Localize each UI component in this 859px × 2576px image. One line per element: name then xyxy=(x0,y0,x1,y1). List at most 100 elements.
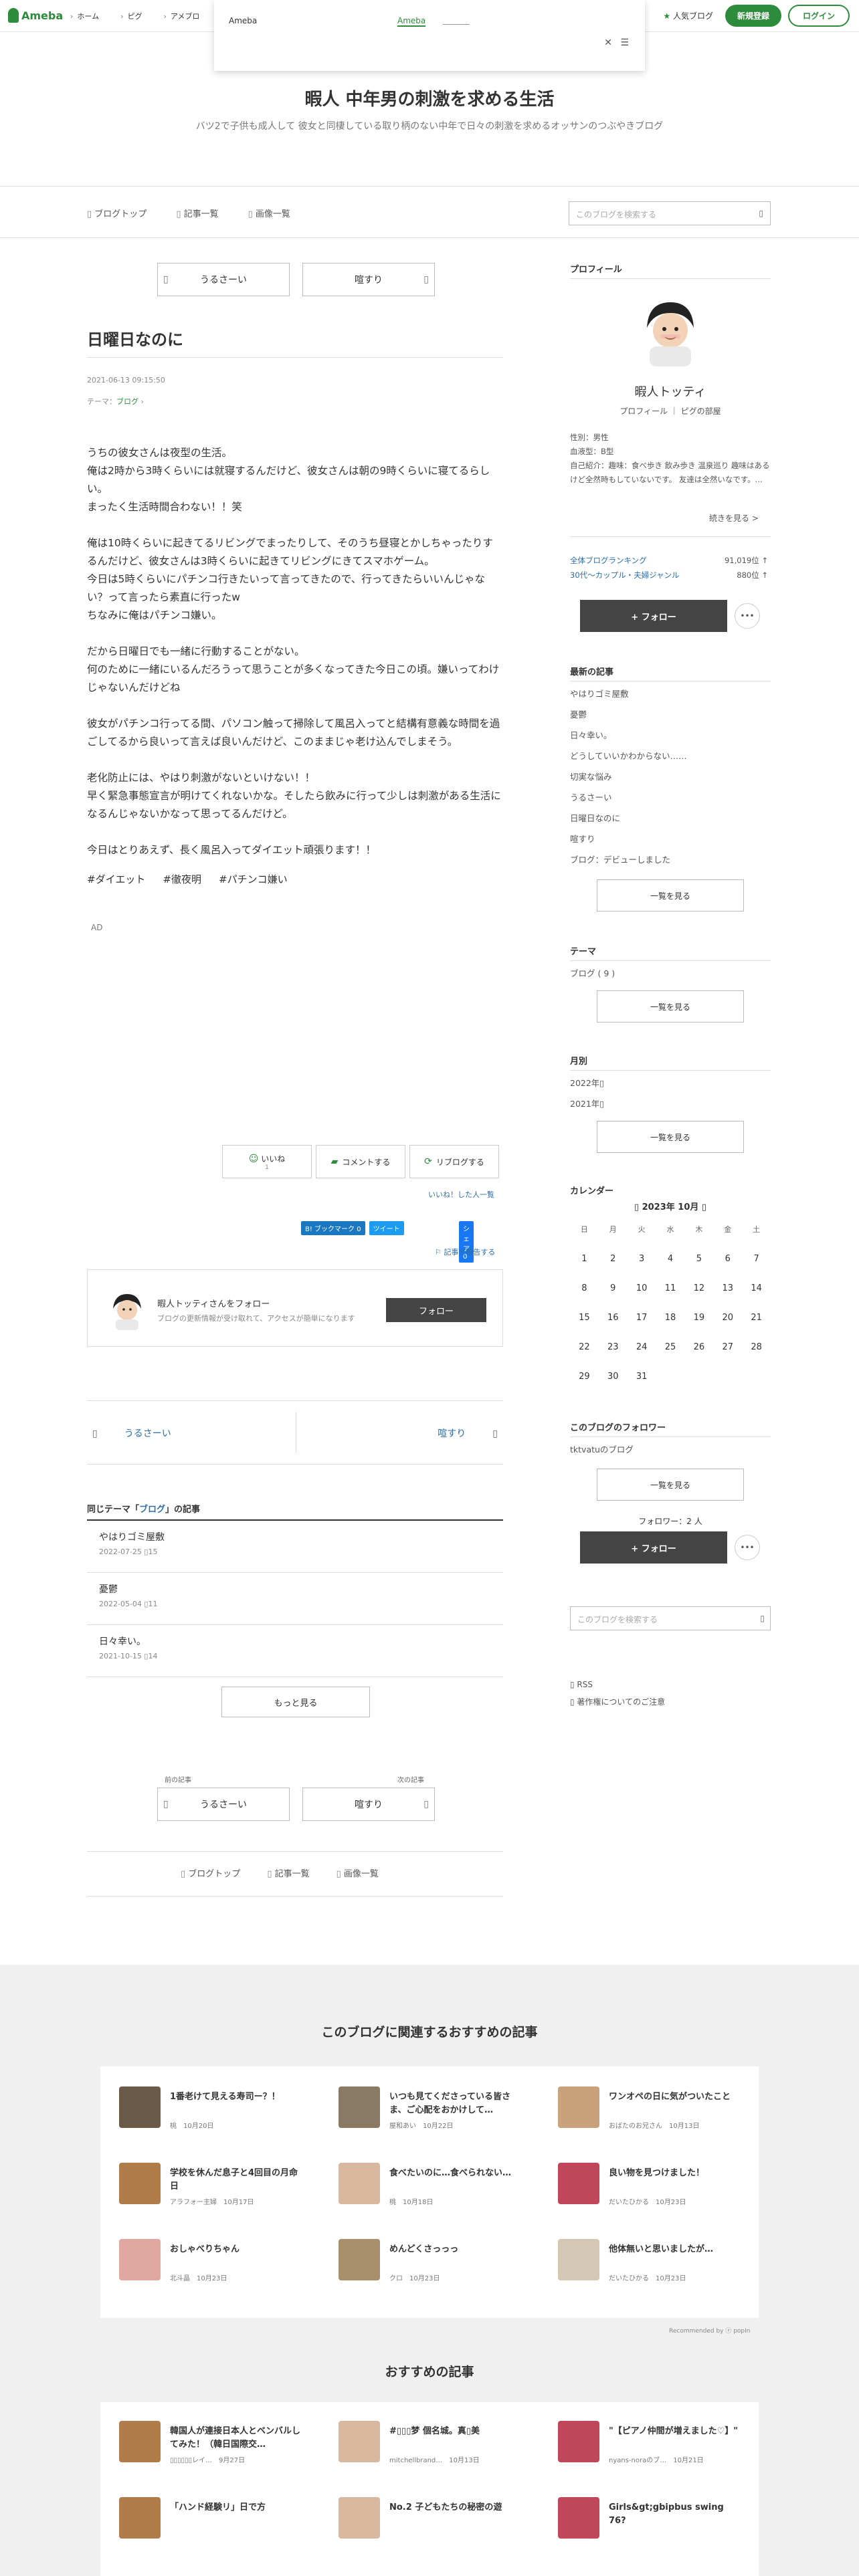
reco-item[interactable]: 他体無いと思いましたが… だいたひかる 10月23日 xyxy=(545,2230,745,2290)
search-icon[interactable]: ▯ xyxy=(760,1614,765,1623)
sidebar-item-recent[interactable]: やはりゴミ屋敷 xyxy=(570,683,771,704)
hashtag[interactable]: #徹夜明 xyxy=(163,872,201,886)
calendar-day[interactable]: 22 xyxy=(570,1342,599,1352)
calendar-day[interactable]: 30 xyxy=(599,1372,628,1382)
follow-author-button[interactable]: フォロー xyxy=(386,1298,486,1322)
sidebar-item-recent[interactable]: 切実な悩み xyxy=(570,766,771,787)
calendar-day[interactable]: 27 xyxy=(713,1342,742,1352)
search-icon[interactable]: ▯ xyxy=(759,209,763,218)
calendar-day[interactable]: 20 xyxy=(713,1313,742,1323)
reco-item[interactable]: #▯▯▯梦 個名城。真▯美 mitchellbrand… 10月13日 xyxy=(325,2411,526,2472)
reco-item[interactable]: 食べたいのに…食べられない… 桃 10月18日 xyxy=(325,2153,526,2214)
sidebar-follow-button[interactable]: + フォロー xyxy=(580,1531,727,1564)
sidebar-item-recent[interactable]: ブログ：デビューしました xyxy=(570,849,771,870)
sidebar-item-theme[interactable]: ブログ ( 9 ) xyxy=(570,963,771,984)
nav-image-list[interactable]: 画像一覧 xyxy=(337,1866,379,1879)
calendar-day[interactable]: 8 xyxy=(570,1283,599,1293)
calendar-day[interactable]: 24 xyxy=(628,1342,656,1352)
dropdown-active-tab[interactable]: Ameba xyxy=(397,16,426,27)
calendar-day[interactable]: 28 xyxy=(742,1342,771,1352)
sidebar-item-month[interactable]: 2021年▯ xyxy=(570,1093,771,1114)
nav-pigg[interactable]: ピグ xyxy=(120,11,142,21)
next-entry-button[interactable]: 喧すり ▯ xyxy=(302,263,435,296)
nav-blog-top[interactable]: ブログトップ xyxy=(87,207,147,219)
nav-blog-top[interactable]: ブログトップ xyxy=(181,1866,240,1879)
ranking-overall[interactable]: 全体ブログランキング 91,019位 ↑ xyxy=(570,555,771,566)
prev-entry-button[interactable]: ▯ うるさーい xyxy=(157,263,290,296)
followers-list-all-button[interactable]: 一覧を見る xyxy=(597,1469,744,1501)
rss-link[interactable]: ▯ RSS xyxy=(570,1676,665,1693)
calendar-day[interactable]: 14 xyxy=(742,1283,771,1293)
reco-item[interactable]: 韓国人が連接日本人とベンバルしてみた！（韓日国際交… ▯▯▯▯▯▯レイ… 9月27… xyxy=(106,2411,306,2472)
sidebar-item-month[interactable]: 2022年▯ xyxy=(570,1073,771,1093)
calendar-day[interactable]: 21 xyxy=(742,1313,771,1323)
like-users-link[interactable]: いいね！した人一覧 xyxy=(428,1189,494,1200)
more-options-icon[interactable]: ••• xyxy=(735,603,760,629)
nav-home[interactable]: ホーム xyxy=(70,11,99,21)
sidebar-item-follower[interactable]: tktvatuのブログ xyxy=(570,1439,771,1460)
calendar-day[interactable]: 2 xyxy=(599,1254,628,1264)
entry-title[interactable]: 日曜日なのに xyxy=(87,326,183,350)
sidebar-item-recent[interactable]: 日々幸い。 xyxy=(570,725,771,746)
reco-item[interactable]: おしゃべりちゃん 北斗晶 10月23日 xyxy=(106,2230,306,2290)
calendar-day[interactable]: 1 xyxy=(570,1254,599,1264)
calendar-day[interactable]: 10 xyxy=(628,1283,656,1293)
sidebar-item-recent[interactable]: うるさーい xyxy=(570,787,771,808)
recent-list-all-button[interactable]: 一覧を見る xyxy=(597,879,744,911)
calendar-day[interactable]: 26 xyxy=(684,1342,713,1352)
calendar-day[interactable]: 25 xyxy=(656,1342,685,1352)
bottom-prev-button[interactable]: ▯ うるさーい xyxy=(157,1788,290,1821)
list-item[interactable]: やはりゴミ屋敷 2022-07-25 ▯15 xyxy=(87,1521,503,1573)
post-nav-next[interactable]: 喧すり xyxy=(438,1426,498,1440)
calendar-day[interactable]: 13 xyxy=(713,1283,742,1293)
reco-item[interactable]: いつも見てくださっている皆さま、ご心配をおかけして… 屋和あい 10月22日 xyxy=(325,2077,526,2137)
reco-item[interactable]: 1番老けて見える寿司ー？！ 桃 10月20日 xyxy=(106,2077,306,2137)
list-item[interactable]: 日々幸い。 2021-10-15 ▯14 xyxy=(87,1625,503,1677)
sidebar-item-recent[interactable]: どうしていいかわからない…… xyxy=(570,746,771,766)
post-nav-prev[interactable]: うるさーい xyxy=(92,1426,171,1440)
profile-avatar[interactable] xyxy=(634,293,707,366)
ranking-genre[interactable]: 30代〜カップル・夫婦ジャンル 880位 ↑ xyxy=(570,570,771,580)
login-button[interactable]: ログイン xyxy=(787,5,850,27)
reco-item[interactable]: 良い物を見つけました！ だいたひかる 10月23日 xyxy=(545,2153,745,2214)
sidebar-search-input[interactable]: このブログを検索する ▯ xyxy=(570,1606,771,1630)
ameba-logo[interactable]: Ameba xyxy=(8,8,63,23)
nav-entry-list[interactable]: 記事一覧 xyxy=(267,1866,310,1879)
like-button[interactable]: ☺ いいね 1 xyxy=(222,1145,312,1178)
month-list-all-button[interactable]: 一覧を見る xyxy=(597,1121,744,1153)
sidebar-follow-button[interactable]: + フォロー xyxy=(580,600,727,632)
reco-item[interactable]: 「ハンド経験リ」日で方 xyxy=(106,2488,306,2548)
sidebar-item-recent[interactable]: 憂鬱 xyxy=(570,704,771,725)
calendar-day[interactable]: 17 xyxy=(628,1313,656,1323)
theme-list-all-button[interactable]: 一覧を見る xyxy=(597,990,744,1023)
nav-entry-list[interactable]: 記事一覧 xyxy=(176,207,219,219)
calendar-day[interactable]: 31 xyxy=(628,1372,656,1382)
calendar-day[interactable]: 19 xyxy=(684,1313,713,1323)
calendar-day[interactable]: 9 xyxy=(599,1283,628,1293)
reco-item[interactable]: 学校を休んだ息子と4回目の月命日 アラフォー主婦 10月17日 xyxy=(106,2153,306,2214)
nav-ameblo[interactable]: アメブロ xyxy=(163,11,199,21)
nav-image-list[interactable]: 画像一覧 xyxy=(248,207,290,219)
more-button[interactable]: もっと見る xyxy=(221,1687,370,1717)
comment-button[interactable]: ▰ コメントする xyxy=(316,1145,405,1178)
dropdown-left-label[interactable]: Ameba xyxy=(229,16,257,25)
calendar-prev-icon[interactable]: ▯ xyxy=(634,1202,642,1212)
more-options-icon[interactable]: ••• xyxy=(735,1535,760,1560)
hashtag[interactable]: #パチンコ嫌い xyxy=(219,872,288,886)
calendar-day[interactable]: 29 xyxy=(570,1372,599,1382)
calendar-day[interactable]: 11 xyxy=(656,1283,685,1293)
calendar-day[interactable]: 6 xyxy=(713,1254,742,1264)
hatena-bookmark-button[interactable]: B! ブックマーク 0 xyxy=(301,1221,365,1235)
calendar-day[interactable]: 12 xyxy=(684,1283,713,1293)
theme-link[interactable]: ブログ xyxy=(116,397,138,406)
copyright-link[interactable]: ▯ 著作権についてのご注意 xyxy=(570,1693,665,1711)
profile-name[interactable]: 暇人トッティ xyxy=(570,383,771,400)
hashtag[interactable]: #ダイエット xyxy=(87,872,145,886)
sidebar-item-recent[interactable]: 日曜日なのに xyxy=(570,808,771,829)
calendar-day[interactable]: 3 xyxy=(628,1254,656,1264)
calendar-day[interactable]: 16 xyxy=(599,1313,628,1323)
twitter-share-button[interactable]: ツイート xyxy=(369,1221,404,1235)
blog-title[interactable]: 暇人 中年男の刺激を求める生活 xyxy=(0,86,859,110)
calendar-next-icon[interactable]: ▯ xyxy=(698,1202,706,1212)
sidebar-item-recent[interactable]: 喧すり xyxy=(570,829,771,849)
